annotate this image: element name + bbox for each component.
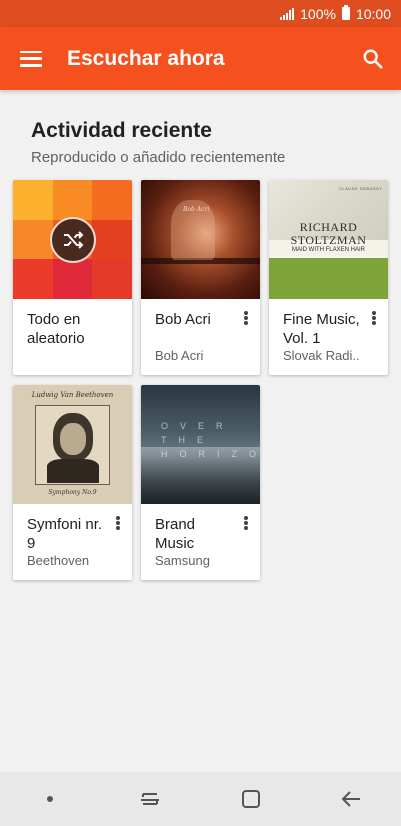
home-icon [241,790,260,808]
clock: 10:00 [355,5,391,22]
recent-apps-button[interactable] [120,772,180,826]
system-nav-bar [0,772,401,826]
card-subtitle: Samsung [155,553,210,568]
shuffle-artwork [13,180,132,299]
app-bar: Escuchar ahora [0,27,401,90]
more-options-button[interactable] [238,307,254,329]
art-top-text: Ludwig Van Beethoven [31,391,114,399]
more-options-button[interactable] [366,307,382,329]
card-title: Bob Acri [155,311,211,328]
signal-icon [280,7,295,20]
card-title: Brand Music [155,516,196,552]
card-subtitle: Bob Acri [155,348,204,363]
card-symfoni-9[interactable]: Ludwig Van Beethoven Symphony No.9 Symfo… [13,385,132,580]
art-text: OVER THE HORIZON [161,421,260,459]
recent-apps-icon [141,793,160,805]
home-button[interactable] [221,772,281,826]
album-art-beethoven: Ludwig Van Beethoven Symphony No.9 [13,385,132,504]
card-fine-music[interactable]: CLAUDE DEBUSSY RICHARD STOLTZMAN MAID WI… [269,180,388,375]
art-text: Bob Acri [183,206,210,213]
art-top-text: CLAUDE DEBUSSY [339,186,383,191]
album-art-bob-acri: Bob Acri [141,180,260,299]
card-brand-music[interactable]: OVER THE HORIZON Brand Music Samsung [141,385,260,580]
dot-icon [47,796,54,802]
card-shuffle-all[interactable]: Todo en aleatorio [13,180,132,375]
more-options-button[interactable] [238,512,254,534]
menu-button[interactable] [0,27,62,90]
back-button[interactable] [321,772,381,826]
album-art-over-the-horizon: OVER THE HORIZON [141,385,260,504]
section-title: Actividad reciente [31,119,212,142]
page-title: Escuchar ahora [67,46,225,70]
card-bob-acri[interactable]: Bob Acri Bob Acri Bob Acri [141,180,260,375]
card-subtitle: Beethoven [27,553,90,568]
card-subtitle: Slovak Radi.. [283,348,360,363]
nav-dot-button[interactable] [20,772,80,826]
card-title: Fine Music, Vol. 1 [283,311,360,347]
card-title: Todo en aleatorio [27,311,85,347]
more-options-button[interactable] [110,512,126,534]
shuffle-button[interactable] [50,217,96,263]
back-icon [341,791,360,807]
art-bottom-text: Symphony No.9 [48,489,97,496]
search-button[interactable] [345,27,401,90]
art-line2: STOLTZMAN [290,233,367,247]
shuffle-icon [64,231,84,249]
battery-icon [341,5,350,20]
card-title: Symfoni nr. 9 [27,516,103,552]
recent-activity-section: Actividad reciente Reproducido o añadido… [0,90,401,772]
search-icon [363,49,383,69]
hamburger-icon [20,50,42,67]
battery-percent: 100% [300,5,336,22]
album-art-stoltzman: CLAUDE DEBUSSY RICHARD STOLTZMAN MAID WI… [269,180,388,299]
status-bar: 100% 10:00 [0,0,401,27]
art-line3: MAID WITH FLAXEN HAIR [291,247,365,253]
section-subtitle: Reproducido o añadido recientemente [31,149,286,166]
